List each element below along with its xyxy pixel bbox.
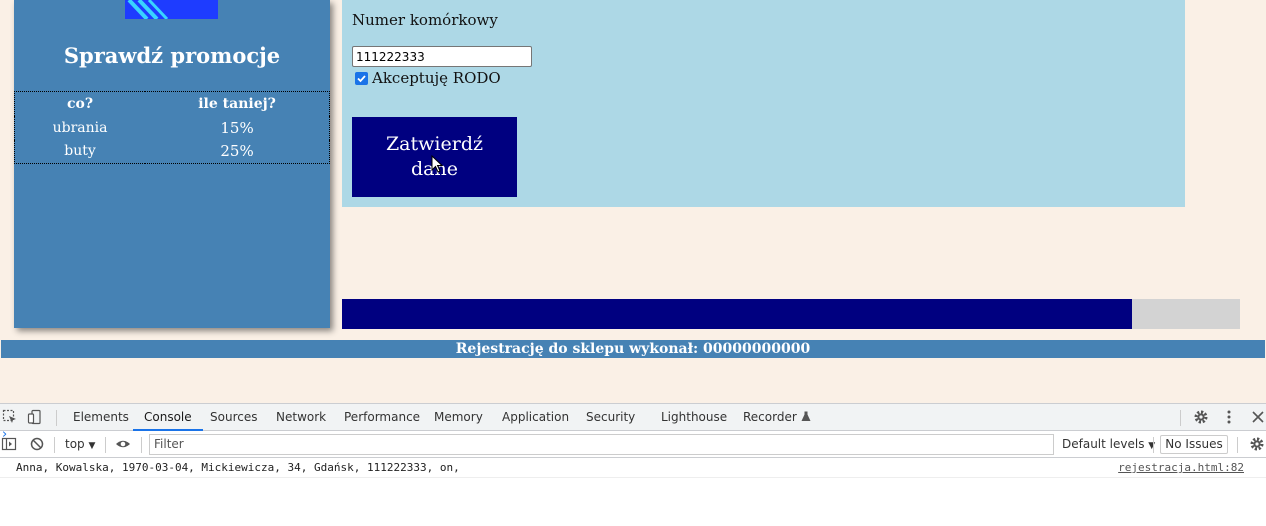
close-icon[interactable]: [1250, 409, 1266, 425]
clear-console-icon[interactable]: [29, 436, 45, 452]
eye-icon[interactable]: [115, 436, 131, 452]
registration-form: Numer komórkowy Akceptuję RODO Zatwierdź…: [342, 0, 1185, 207]
issues-button[interactable]: No Issues: [1160, 435, 1228, 454]
chevron-down-icon: ▼: [88, 441, 96, 451]
separator: [105, 437, 106, 453]
separator: [56, 410, 57, 426]
console-toolbar: top ▼ Filter Default levels ▼ No Issues: [0, 431, 1266, 458]
separator: [1153, 437, 1154, 453]
phone-label: Numer komórkowy: [352, 11, 498, 29]
devtools-tab-bar: Elements Console Sources Network Perform…: [0, 404, 1266, 431]
table-header: co?: [67, 95, 94, 112]
phone-input[interactable]: [352, 46, 532, 67]
table-row: ubrania 15%: [15, 116, 330, 140]
submit-button[interactable]: Zatwierdź dane: [352, 117, 517, 197]
context-selector[interactable]: top ▼: [65, 431, 95, 458]
rodo-consent[interactable]: Akceptuję RODO: [355, 69, 501, 87]
separator: [141, 437, 142, 453]
gear-icon[interactable]: [1249, 436, 1265, 452]
table-cell: ubrania: [52, 119, 108, 136]
tab-recorder-label: Recorder: [743, 410, 797, 424]
rodo-checkbox[interactable]: [355, 71, 368, 85]
table-header-row: co? ile taniej?: [15, 92, 330, 116]
logo-image: [125, 0, 218, 19]
tab-application[interactable]: Application: [502, 404, 569, 431]
progress-bar: [342, 299, 1240, 329]
tab-recorder[interactable]: Recorder: [743, 404, 811, 431]
console-message: Anna, Kowalska, 1970-03-04, Mickiewicza,…: [16, 461, 460, 474]
context-value: top: [65, 437, 85, 451]
footer-bar: Rejestrację do sklepu wykonał: 000000000…: [1, 340, 1265, 358]
inspect-icon[interactable]: [2, 409, 18, 425]
tab-network[interactable]: Network: [276, 404, 326, 431]
recorder-flask-icon: [801, 411, 811, 421]
more-vertical-icon[interactable]: [1221, 409, 1237, 425]
tab-lighthouse[interactable]: Lighthouse: [661, 404, 727, 431]
log-levels-dropdown[interactable]: Default levels ▼: [1062, 431, 1155, 458]
table-cell: buty: [64, 143, 96, 160]
console-log-entry: Anna, Kowalska, 1970-03-04, Mickiewicza,…: [0, 458, 1266, 478]
separator: [54, 437, 55, 453]
filter-input[interactable]: Filter: [149, 434, 1054, 455]
tab-memory[interactable]: Memory: [434, 404, 483, 431]
tab-console[interactable]: Console: [133, 404, 203, 431]
rodo-label: Akceptuję RODO: [372, 69, 501, 87]
tab-performance[interactable]: Performance: [344, 404, 420, 431]
submit-label-line1: Zatwierdź: [385, 133, 483, 155]
table-cell: 15%: [220, 118, 254, 137]
separator: [1180, 410, 1181, 426]
device-toggle-icon[interactable]: [27, 409, 43, 425]
gear-icon[interactable]: [1193, 409, 1209, 425]
tab-security[interactable]: Security: [586, 404, 635, 431]
console-source-link[interactable]: rejestracja.html:82: [1118, 461, 1244, 474]
table-cell: 25%: [220, 142, 254, 161]
table-row: buty 25%: [15, 140, 330, 164]
log-levels-label: Default levels: [1062, 437, 1145, 451]
table-header: ile taniej?: [198, 95, 276, 112]
promo-sidebar: Sprawdź promocje co? ile taniej? ubrania…: [14, 0, 330, 328]
promo-title: Sprawdź promocje: [63, 43, 281, 68]
tab-elements[interactable]: Elements: [73, 404, 129, 431]
separator: [1237, 437, 1238, 453]
chevron-down-icon: ▼: [1148, 441, 1156, 451]
cursor-icon: [431, 155, 443, 173]
promo-table: co? ile taniej? ubrania 15% buty 25%: [14, 91, 330, 164]
devtools-panel: Elements Console Sources Network Perform…: [0, 403, 1266, 526]
console-prompt[interactable]: ›: [2, 427, 7, 442]
progress-fill: [342, 299, 1133, 329]
tab-sources[interactable]: Sources: [210, 404, 257, 431]
